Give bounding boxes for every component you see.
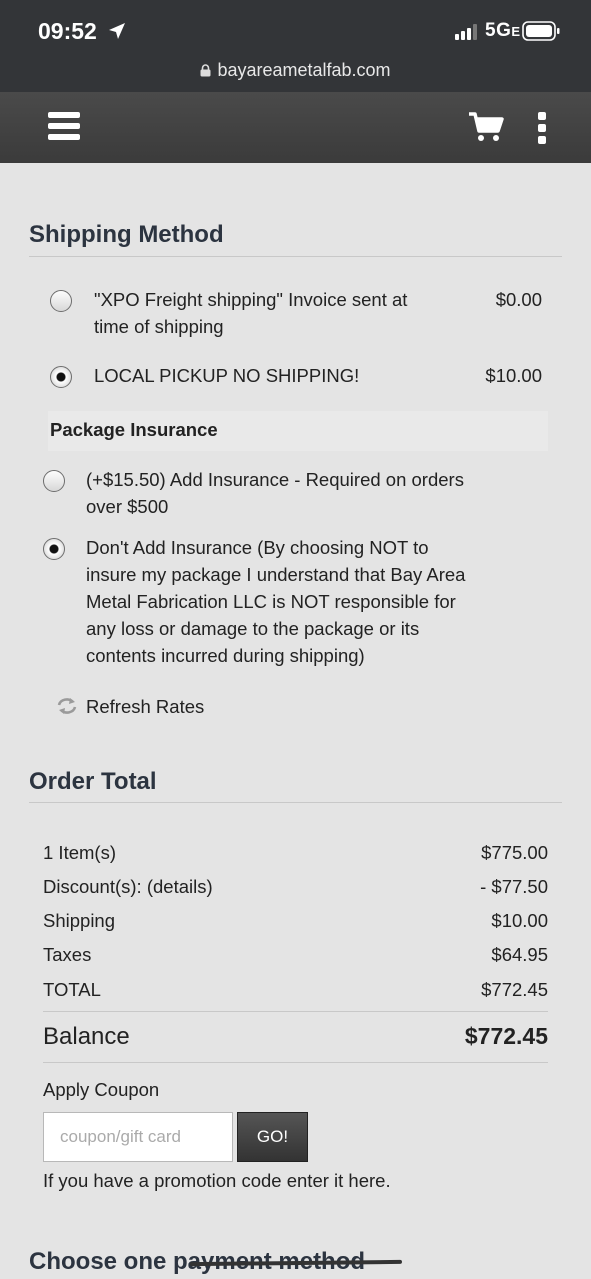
package-insurance-header: Package Insurance [48,411,548,451]
menu-icon[interactable] [48,112,80,144]
order-row-label: Discount(s): (details) [43,876,213,898]
balance-label: Balance [43,1023,130,1050]
order-row-items: 1 Item(s) $775.00 [43,842,548,868]
order-total-title: Order Total [29,768,157,795]
apply-coupon-label: Apply Coupon [43,1079,160,1100]
insurance-add-line: over $500 [86,496,169,517]
insurance-none-line: contents incurred during shipping) [86,645,365,666]
site-header [0,92,591,163]
radio-xpo-freight[interactable] [50,290,72,312]
discount-label: Discount(s): [43,876,142,897]
shipping-method-title: Shipping Method [29,221,224,248]
battery-icon [522,21,560,41]
radio-add-insurance[interactable] [43,470,65,492]
shipping-option-xpo-line1: "XPO Freight shipping" Invoice sent at [94,289,408,310]
address-bar[interactable]: bayareametalfab.com [0,60,591,81]
insurance-add-line: (+$15.50) Add Insurance - Required on or… [86,469,464,490]
status-bar: 09:52 5GE bayareametalfab.com [0,0,591,92]
insurance-none-line: any loss or damage to the package or its [86,618,420,639]
network-type: 5GE [485,20,521,42]
shipping-option-local-price: $10.00 [485,365,542,386]
order-row-taxes: Taxes $64.95 [43,944,548,970]
lock-icon [200,64,211,77]
balance-row: Balance $772.45 [43,1021,548,1055]
location-arrow-icon [109,23,125,39]
order-row-value: $775.00 [481,842,548,863]
order-row-label: 1 Item(s) [43,842,116,863]
discount-details-link[interactable]: (details) [147,876,213,897]
order-row-label: Taxes [43,944,92,965]
insurance-none-line: Don't Add Insurance (By choosing NOT to [86,537,429,558]
refresh-rates-link[interactable]: Refresh Rates [86,696,204,718]
order-row-value: $772.45 [481,979,548,1000]
divider [29,256,562,257]
network-sub-label: E [511,24,521,39]
order-row-label: TOTAL [43,979,101,1000]
more-options-icon[interactable] [538,112,548,148]
shipping-option-local-label: LOCAL PICKUP NO SHIPPING! [94,365,360,386]
promo-hint: If you have a promotion code enter it he… [43,1170,391,1191]
divider [29,802,562,803]
radio-local-pickup[interactable] [50,366,72,388]
balance-value: $772.45 [464,1023,548,1049]
shipping-option-xpo-line2: time of shipping [94,316,224,337]
insurance-none-line: insure my package I understand that Bay … [86,564,466,585]
insurance-none-line: Metal Fabrication LLC is NOT responsible… [86,591,456,612]
radio-no-insurance[interactable] [43,538,65,560]
insurance-option-none-label: Don't Add Insurance (By choosing NOT to … [86,534,546,669]
refresh-icon[interactable] [56,696,78,716]
insurance-option-add-label: (+$15.50) Add Insurance - Required on or… [86,466,526,520]
order-row-value: $10.00 [491,910,548,931]
order-row-label: Shipping [43,910,116,931]
shipping-option-xpo-price: $0.00 [495,289,542,310]
cellular-signal-icon [455,24,477,40]
url-text: bayareametalfab.com [217,60,391,80]
coupon-input[interactable] [43,1112,233,1162]
status-time: 09:52 [38,18,97,44]
shopping-cart-icon[interactable] [468,111,504,143]
coupon-go-button[interactable]: GO! [237,1112,308,1162]
divider [43,1011,548,1012]
order-row-value: $64.95 [491,944,548,965]
divider [43,1062,548,1063]
network-label: 5G [485,20,512,41]
order-row-shipping: Shipping $10.00 [43,910,548,936]
order-row-discount: Discount(s): (details) - $77.50 [43,876,548,902]
shipping-option-xpo-label: "XPO Freight shipping" Invoice sent at t… [94,286,464,340]
order-row-total: TOTAL $772.45 [43,979,548,1005]
package-insurance-title: Package Insurance [50,419,218,440]
order-row-value: - $77.50 [480,876,548,897]
